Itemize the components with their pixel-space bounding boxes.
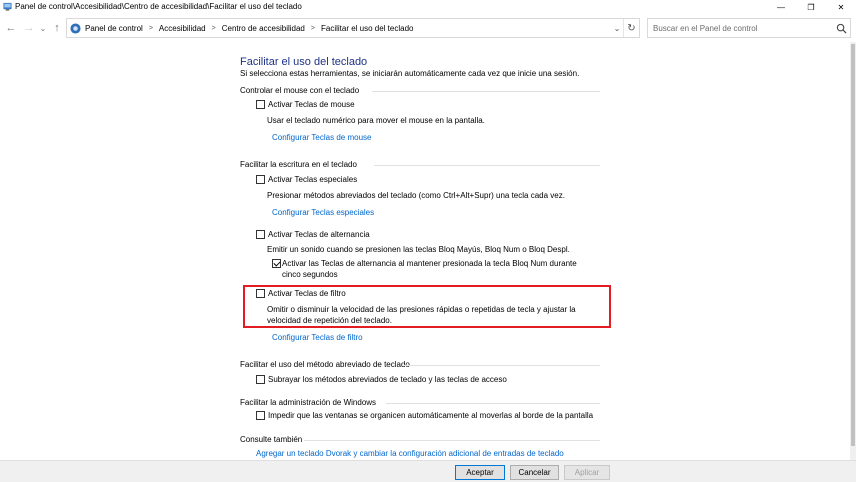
toggle-keys-numlock-label[interactable]: Activar las Teclas de alternancia al man… [282,258,596,280]
section-heading-windows: Facilitar la administración de Windows [240,398,377,407]
breadcrumb: Panel de control > Accesibilidad > Centr… [85,19,413,37]
sticky-keys-checkbox[interactable] [256,175,265,184]
up-button[interactable]: ↑ [50,21,64,35]
configure-filter-keys-link[interactable]: Configurar Teclas de filtro [272,333,363,342]
breadcrumb-item-centro-de-accesibilidad[interactable]: Centro de accesibilidad [222,24,305,33]
forward-button[interactable]: → [22,21,36,35]
page-intro: Si selecciona estas herramientas, se ini… [240,69,580,78]
prevent-snap-label[interactable]: Impedir que las ventanas se organicen au… [268,411,593,420]
maximize-icon: ❐ [807,2,815,12]
close-button[interactable]: ✕ [827,0,855,14]
control-panel-breadcrumb-icon [70,23,81,34]
underline-shortcuts-label[interactable]: Subrayar los métodos abreviados de tecla… [268,375,507,384]
ok-button[interactable]: Aceptar [455,465,505,480]
section-divider [374,165,600,166]
section-divider [386,403,600,404]
back-arrow-icon: ← [5,22,17,34]
maximize-button[interactable]: ❐ [797,0,825,14]
dialog-button-bar: Aceptar Cancelar Aplicar [0,460,856,482]
address-bar[interactable]: Panel de control > Accesibilidad > Centr… [66,18,640,38]
section-divider [372,91,600,92]
breadcrumb-separator-icon[interactable]: > [149,25,153,32]
chevron-down-icon: ⌄ [39,23,47,33]
up-arrow-icon: ↑ [54,22,60,34]
section-divider [404,365,600,366]
configure-sticky-keys-link[interactable]: Configurar Teclas especiales [272,208,374,217]
filter-keys-description: Omitir o disminuir la velocidad de las p… [267,305,576,325]
filter-keys-label[interactable]: Activar Teclas de filtro [268,289,346,298]
minimize-button[interactable]: — [767,0,795,14]
refresh-icon: ↻ [627,22,636,34]
recent-locations-button[interactable]: ⌄ [36,21,50,35]
close-icon: ✕ [837,2,845,12]
section-divider [304,440,600,441]
breadcrumb-item-panel-de-control[interactable]: Panel de control [85,24,143,33]
back-button[interactable]: ← [4,21,18,35]
title-bar: Panel de control\Accesibilidad\Centro de… [0,0,856,14]
filter-keys-checkbox[interactable] [256,289,265,298]
configure-mouse-keys-link[interactable]: Configurar Teclas de mouse [272,133,371,142]
mouse-keys-checkbox[interactable] [256,100,265,109]
scrollbar-thumb[interactable] [851,44,855,446]
section-heading-see-also: Consulte también [240,435,303,444]
toggle-keys-description: Emitir un sonido cuando se presionen las… [267,245,570,254]
vertical-scrollbar[interactable] [850,42,856,460]
control-panel-window: Panel de control\Accesibilidad\Centro de… [0,0,856,482]
minimize-icon: — [777,2,785,12]
mouse-keys-label[interactable]: Activar Teclas de mouse [268,100,355,109]
apply-button[interactable]: Aplicar [564,465,610,480]
page-title: Facilitar el uso del teclado [240,56,368,68]
sticky-keys-label[interactable]: Activar Teclas especiales [268,175,357,184]
cancel-button[interactable]: Cancelar [510,465,559,480]
search-input[interactable]: Buscar en el Panel de control [653,24,758,33]
toggle-keys-numlock-checkbox[interactable] [272,259,281,268]
address-dropdown-button[interactable]: ⌄ [611,19,623,37]
section-heading-shortcuts: Facilitar el uso del método abreviado de… [240,360,410,369]
navigation-bar: ← → ⌄ ↑ Panel de control > Accesibilidad… [0,15,856,41]
chevron-down-icon: ⌄ [613,23,621,33]
search-icon [836,23,847,34]
mouse-keys-description: Usar el teclado numérico para mover el m… [267,116,485,125]
control-panel-icon [3,2,12,11]
breadcrumb-item-accesibilidad[interactable]: Accesibilidad [159,24,206,33]
search-box[interactable]: Buscar en el Panel de control [647,18,851,38]
prevent-snap-checkbox[interactable] [256,411,265,420]
toggle-keys-label[interactable]: Activar Teclas de alternancia [268,230,370,239]
toggle-keys-checkbox[interactable] [256,230,265,239]
refresh-button[interactable]: ↻ [623,19,639,37]
breadcrumb-separator-icon[interactable]: > [212,25,216,32]
settings-content: Facilitar el uso del teclado Si seleccio… [0,42,850,460]
section-heading-typing: Facilitar la escritura en el teclado [240,160,357,169]
underline-shortcuts-checkbox[interactable] [256,375,265,384]
window-title: Panel de control\Accesibilidad\Centro de… [15,2,302,11]
breadcrumb-separator-icon[interactable]: > [311,25,315,32]
breadcrumb-item-facilitar-el-uso-del-teclado[interactable]: Facilitar el uso del teclado [321,24,414,33]
dvorak-keyboard-link[interactable]: Agregar un teclado Dvorak y cambiar la c… [256,449,564,458]
section-heading-mouse: Controlar el mouse con el teclado [240,86,360,95]
forward-arrow-icon: → [23,22,35,34]
sticky-keys-description: Presionar métodos abreviados del teclado… [267,191,565,200]
